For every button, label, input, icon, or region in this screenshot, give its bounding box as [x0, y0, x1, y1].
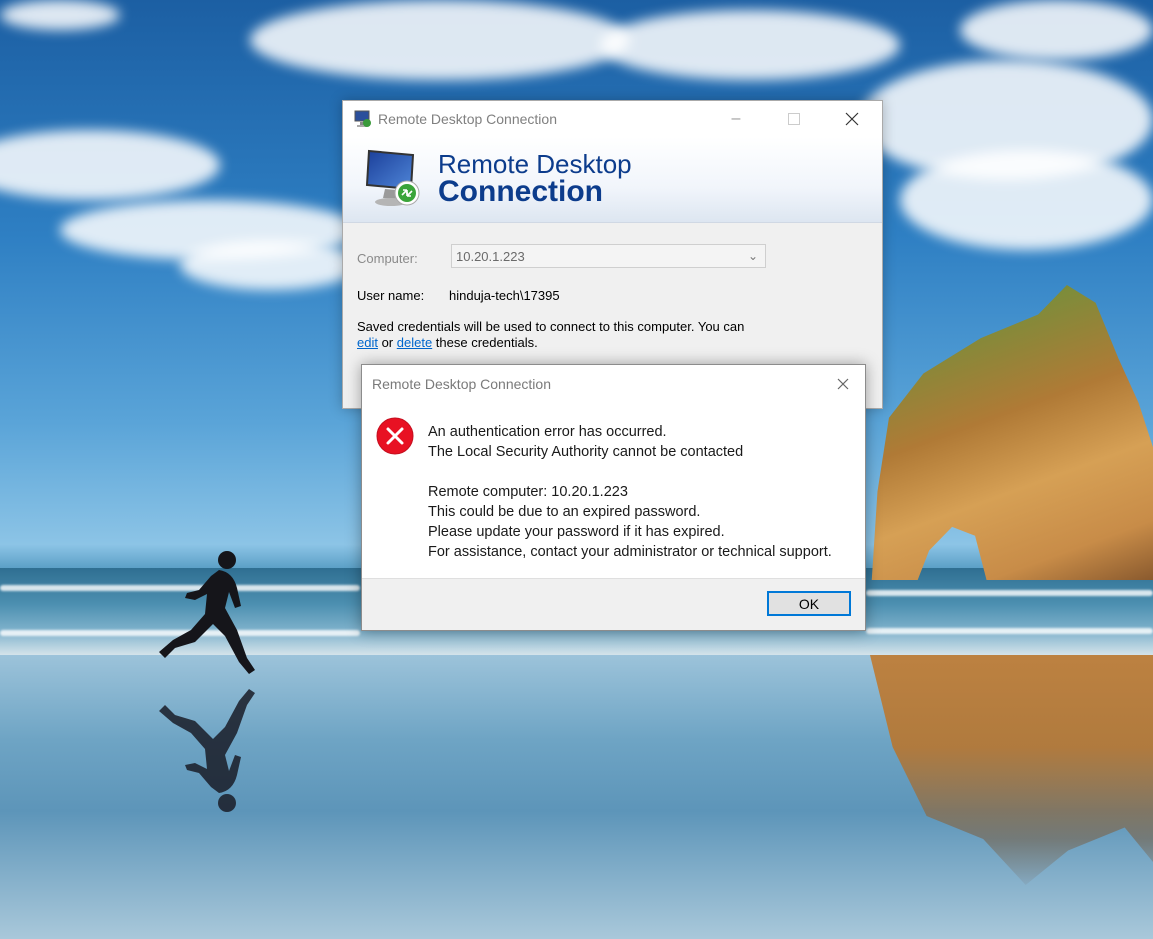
title-bar[interactable]: Remote Desktop Connection – — [343, 101, 882, 137]
cloud — [250, 0, 630, 80]
wave-foam — [866, 628, 1153, 634]
runner-silhouette — [159, 551, 255, 674]
minimize-icon: – — [731, 110, 741, 127]
username-value: hinduja-tech\17395 — [449, 288, 560, 303]
close-icon — [845, 112, 859, 126]
delete-credentials-link[interactable]: delete — [397, 335, 432, 350]
dialog-footer: OK — [362, 578, 865, 630]
runner-reflection — [159, 689, 255, 812]
dialog-title-bar[interactable]: Remote Desktop Connection — [362, 365, 865, 403]
rock-arch — [871, 285, 1153, 580]
cloud — [960, 0, 1153, 60]
error-message-line: Remote computer: 10.20.1.223 — [428, 484, 628, 500]
computer-combobox[interactable]: 10.20.1.223 ⌄ — [451, 244, 766, 268]
dialog-title: Remote Desktop Connection — [372, 376, 551, 392]
close-button[interactable] — [823, 101, 881, 137]
error-message-line: Please update your password if it has ex… — [428, 524, 725, 540]
close-icon — [837, 378, 849, 390]
cloud — [180, 240, 360, 290]
chevron-down-icon[interactable]: ⌄ — [743, 245, 763, 267]
rdp-main-window: Remote Desktop Connection – Remote Deskt… — [342, 100, 883, 409]
remote-desktop-icon — [365, 149, 420, 206]
computer-value: 10.20.1.223 — [456, 249, 525, 264]
username-label: User name: — [357, 288, 425, 303]
window-title: Remote Desktop Connection — [378, 111, 557, 127]
cloud — [600, 10, 900, 80]
wave-foam — [866, 590, 1153, 596]
cloud — [0, 130, 220, 200]
cloud — [0, 0, 120, 30]
rdp-banner: Remote Desktop Connection — [343, 137, 882, 223]
maximize-button[interactable] — [765, 101, 823, 137]
maximize-icon — [788, 113, 800, 125]
saved-credentials-part1: Saved credentials will be used to connec… — [357, 319, 745, 334]
remote-desktop-icon — [354, 110, 371, 127]
computer-label: Computer: — [357, 251, 418, 266]
minimize-button[interactable]: – — [707, 101, 765, 137]
saved-credentials-part2: these credentials. — [432, 335, 538, 350]
error-message-line: The Local Security Authority cannot be c… — [428, 444, 744, 460]
saved-credentials-or: or — [377, 335, 397, 350]
authentication-error-dialog: Remote Desktop Connection An authenticat… — [361, 364, 866, 631]
banner-title-line2: Connection — [438, 175, 603, 208]
edit-credentials-link[interactable]: edit — [357, 335, 378, 350]
error-message-line: This could be due to an expired password… — [428, 504, 701, 520]
dialog-close-button[interactable] — [821, 365, 865, 403]
error-message-line: For assistance, contact your administrat… — [428, 544, 832, 560]
error-icon — [376, 417, 414, 455]
ok-button[interactable]: OK — [767, 591, 851, 616]
saved-credentials-text: Saved credentials will be used to connec… — [357, 319, 747, 351]
cloud — [900, 150, 1153, 250]
error-message-line: An authentication error has occurred. — [428, 424, 667, 440]
